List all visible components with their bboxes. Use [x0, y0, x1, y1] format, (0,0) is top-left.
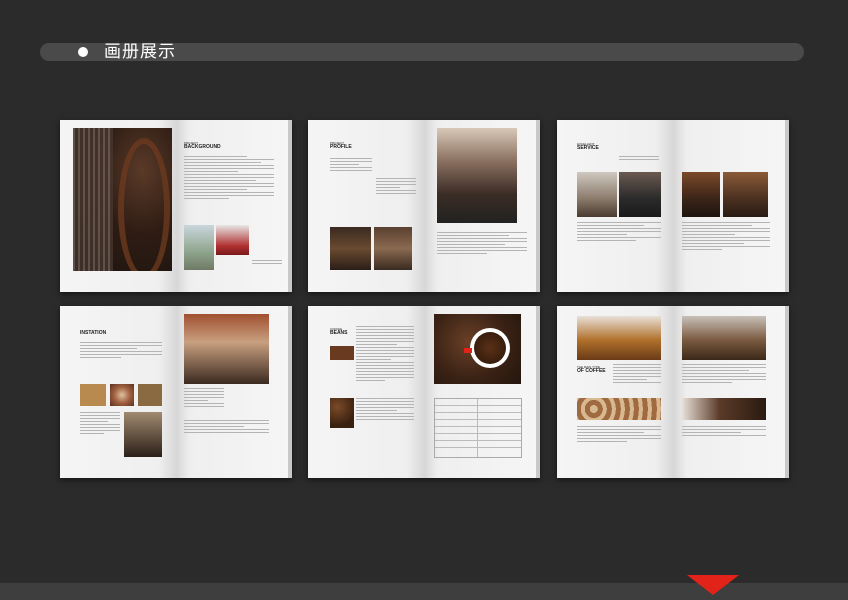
staff-portrait-photo [619, 172, 661, 217]
spread-3-left-text [577, 222, 661, 243]
coffee-cup-photo [330, 346, 354, 360]
latte-cups-photo [577, 398, 661, 420]
spread-4-right-text-a [184, 388, 224, 409]
circle-bullet-icon [78, 47, 88, 57]
brochure-spread-2[interactable]: PROJECT PROFILE [308, 120, 540, 292]
spread-6-left-text-b [577, 426, 661, 444]
spread-3-right-page [673, 120, 789, 292]
triangle-down-icon[interactable] [687, 575, 739, 595]
coffee-beans-cup-photo [434, 314, 521, 384]
tea-glass-photo [577, 316, 661, 360]
spread-4-caption-text [80, 412, 120, 436]
spread-1-body-text [184, 156, 274, 201]
spread-2-body-text-a [330, 158, 372, 173]
brochure-spread-4[interactable]: INSTATION [60, 306, 292, 478]
spread-1-caption [252, 260, 282, 266]
spread-5-right-page [424, 306, 540, 478]
spread-2-heading-line2: PROFILE [330, 144, 352, 150]
spread-2-right-text [437, 232, 527, 256]
spread-4-heading: INSTATION [80, 330, 107, 336]
building-photo [184, 225, 214, 270]
brochure-spread-6[interactable]: THE MAIN TYPE OF COFFEE [557, 306, 789, 478]
coffee-shop-counter-photo [437, 128, 517, 223]
spread-6-right-text-b [682, 426, 766, 438]
latte-art-photo [110, 384, 134, 406]
spread-4-intro-text [80, 342, 162, 360]
spread-6-right-text-a [682, 364, 766, 385]
coffee-machine-photo [330, 227, 371, 270]
spread-2-body-text-b [376, 178, 416, 196]
espresso-cup-photo [682, 398, 766, 420]
section-title-bar: 画册展示 [40, 43, 804, 61]
cafe-interior-photo-2 [682, 172, 720, 217]
brochure-spread-3[interactable]: EXCELLENT SERVICE [557, 120, 789, 292]
spread-1-right-page: PROJECT BACKGROUND [176, 120, 292, 292]
product-photo-1 [80, 384, 106, 406]
product-photo-2 [138, 384, 162, 406]
section-title: 画册展示 [104, 42, 176, 62]
spread-5-heading-line2: BEANS [330, 330, 348, 336]
spread-4-right-page [176, 306, 292, 478]
pouring-coffee-photo [577, 172, 617, 217]
spread-3-right-text [682, 222, 770, 252]
spread-1-heading-line2: BACKGROUND [184, 144, 221, 150]
spread-6-left-text-a [613, 364, 661, 385]
spread-1-left-page [60, 120, 176, 292]
spread-5-left-page: COFFEE BEANS [308, 306, 424, 478]
spread-4-right-text-b [184, 420, 269, 435]
team-photo [216, 225, 249, 255]
spread-5-left-text-a [356, 326, 414, 383]
roasted-beans-photo [330, 398, 354, 428]
spread-2-right-page [424, 120, 540, 292]
spread-6-right-page [673, 306, 789, 478]
baristas-at-work-photo [184, 314, 269, 384]
cafe-interior-photo [73, 128, 172, 271]
brochure-spread-5[interactable]: COFFEE BEANS [308, 306, 540, 478]
spread-4-left-page: INSTATION [60, 306, 176, 478]
spread-2-left-page: PROJECT PROFILE [308, 120, 424, 292]
spread-6-left-page: THE MAIN TYPE OF COFFEE [557, 306, 673, 478]
cafe-corner-photo [124, 412, 162, 457]
spread-6-heading-line2: OF COFFEE [577, 368, 606, 374]
spread-3-left-page: EXCELLENT SERVICE [557, 120, 673, 292]
spread-3-intro-text [619, 156, 659, 162]
coffee-grinder-photo [682, 316, 766, 360]
cafe-shelf-photo [723, 172, 768, 217]
brochure-spread-1[interactable]: PROJECT BACKGROUND [60, 120, 292, 292]
spread-3-heading-line2: SERVICE [577, 145, 599, 151]
spread-5-left-text-b [356, 398, 414, 422]
coffee-type-table [434, 398, 522, 458]
barista-photo [374, 227, 412, 270]
